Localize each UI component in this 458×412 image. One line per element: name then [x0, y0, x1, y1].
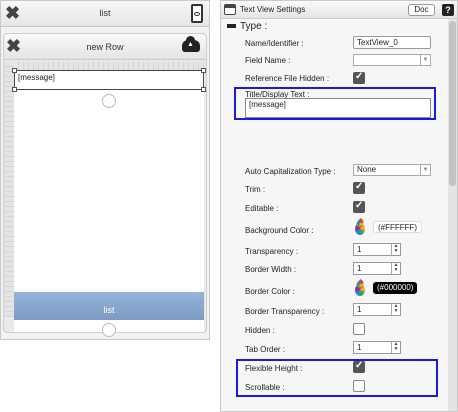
tab-order-stepper[interactable]: 1 ▲ ▼ — [353, 341, 401, 354]
title-display-text-input[interactable]: [message] — [245, 98, 431, 118]
doc-button[interactable]: Doc — [408, 4, 435, 16]
step-down-icon[interactable]: ▼ — [392, 268, 400, 273]
flexible-height-label: Flexible Height : — [245, 364, 303, 373]
settings-pane: Text View Settings Doc ? Type : Name/Ide… — [220, 0, 458, 412]
row-frame: ✖ new Row [message] list — [3, 33, 207, 337]
border-width-stepper[interactable]: 1 ▲ ▼ — [353, 262, 401, 275]
hidden-label: Hidden : — [245, 326, 275, 335]
trim-checkbox[interactable] — [353, 181, 365, 194]
frame-resize-handle[interactable] — [102, 323, 116, 337]
border-transparency-label: Border Transparency : — [245, 307, 325, 316]
tab-order-value: 1 — [357, 343, 362, 352]
name-identifier-label: Name/Identifier : — [245, 39, 304, 48]
phone-preview-icon[interactable] — [191, 4, 203, 23]
scrollable-label: Scrollable : — [245, 383, 285, 392]
designer-pane: ✖ list ✖ new Row [message] list — [0, 0, 210, 340]
scrollable-checkbox[interactable] — [353, 380, 365, 392]
transparency-stepper[interactable]: 1 ▲ ▼ — [353, 243, 401, 256]
transparency-value: 1 — [357, 245, 362, 254]
trim-label: Trim : — [245, 185, 266, 194]
field-name-label: Field Name : — [245, 56, 291, 65]
scrollbar-thumb[interactable] — [449, 21, 456, 186]
selected-text-view[interactable]: [message] — [14, 70, 204, 90]
app-root: ✖ list ✖ new Row [message] list — [0, 0, 458, 412]
reference-file-hidden-checkbox[interactable] — [353, 71, 365, 84]
color-drop-icon[interactable] — [354, 280, 366, 297]
step-down-icon[interactable]: ▼ — [392, 347, 400, 352]
stepper-buttons[interactable]: ▲ ▼ — [391, 342, 400, 353]
design-canvas: [message] list — [12, 68, 206, 337]
editable-label: Editable : — [245, 204, 279, 213]
type-section-header[interactable]: Type : — [227, 21, 267, 32]
editable-checkbox[interactable] — [353, 200, 365, 213]
settings-title: Text View Settings — [240, 5, 306, 14]
window-icon — [224, 4, 236, 15]
settings-header: Text View Settings Doc ? — [221, 1, 457, 19]
designer-title: list — [99, 8, 111, 18]
resize-handle-bl[interactable] — [12, 87, 17, 92]
name-identifier-input[interactable]: TextView_0 — [353, 36, 431, 49]
collapse-icon — [227, 24, 236, 29]
stepper-buttons[interactable]: ▲ ▼ — [391, 244, 400, 255]
auto-capitalization-label: Auto Capitalization Type : — [245, 167, 336, 176]
flexible-height-checkbox[interactable] — [353, 360, 365, 373]
list-footer-label: list — [103, 305, 115, 315]
background-color-value[interactable]: (#FFFFFF) — [373, 221, 423, 233]
border-transparency-stepper[interactable]: 1 ▲ ▼ — [353, 303, 401, 316]
border-color-value[interactable]: (#000000) — [373, 282, 418, 294]
step-down-icon[interactable]: ▼ — [392, 249, 400, 254]
tab-order-label: Tab Order : — [245, 345, 286, 354]
auto-capitalization-value: None — [357, 165, 377, 174]
color-drop-icon[interactable] — [354, 219, 366, 236]
chevron-down-icon: ▼ — [420, 165, 430, 175]
background-color-label: Background Color : — [245, 226, 314, 235]
border-transparency-value: 1 — [357, 305, 362, 314]
chevron-down-icon: ▼ — [420, 55, 430, 65]
auto-capitalization-select[interactable]: None ▼ — [353, 164, 431, 176]
border-width-value: 1 — [357, 264, 362, 273]
row-resize-handle[interactable] — [102, 94, 116, 108]
designer-top-bar: ✖ list — [1, 1, 209, 27]
type-label: Type : — [240, 21, 268, 32]
resize-handle-tr[interactable] — [201, 68, 206, 73]
row-title: new Row — [86, 42, 124, 52]
stepper-buttons[interactable]: ▲ ▼ — [391, 304, 400, 315]
cloud-upload-icon[interactable] — [182, 36, 200, 52]
row-header: ✖ new Row — [4, 34, 206, 60]
field-name-select[interactable]: ▼ — [353, 54, 431, 66]
stepper-buttons[interactable]: ▲ ▼ — [391, 263, 400, 274]
step-down-icon[interactable]: ▼ — [392, 309, 400, 314]
border-color-label: Border Color : — [245, 287, 295, 296]
resize-handle-tl[interactable] — [12, 68, 17, 73]
resize-handle-br[interactable] — [201, 87, 206, 92]
vertical-ruler — [4, 62, 14, 317]
hidden-checkbox[interactable] — [353, 323, 365, 335]
reference-file-hidden-label: Reference File Hidden : — [245, 74, 330, 83]
horizontal-ruler — [14, 62, 204, 70]
transparency-label: Transparency : — [245, 247, 299, 256]
help-icon[interactable]: ? — [442, 4, 454, 16]
border-width-label: Border Width : — [245, 265, 297, 274]
list-footer-bar[interactable]: list — [14, 292, 204, 320]
